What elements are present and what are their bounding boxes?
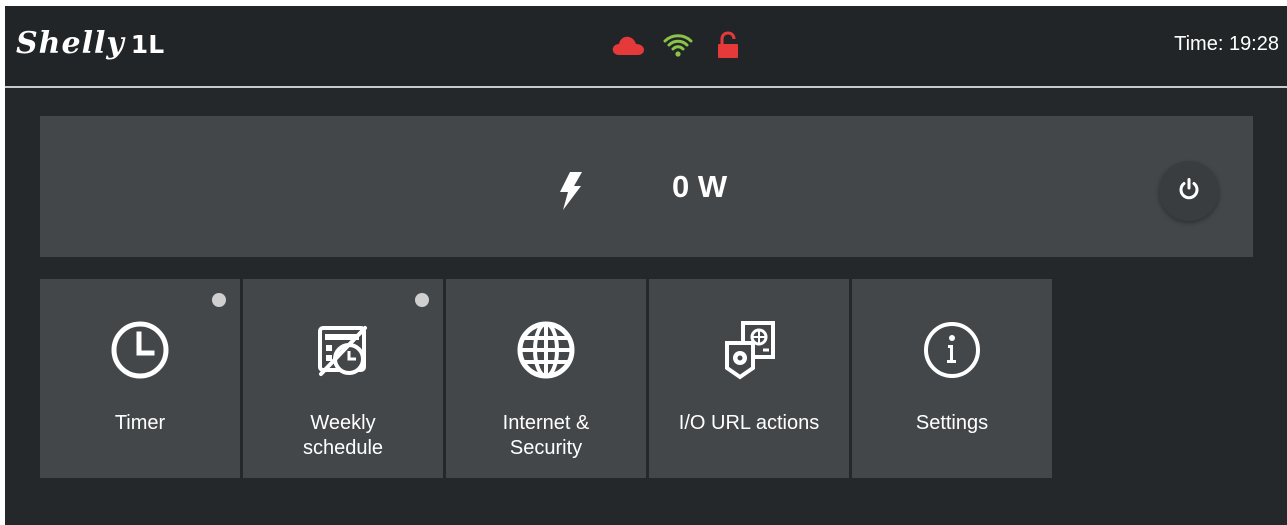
power-toggle-button[interactable] [1159, 161, 1219, 221]
lightning-bolt-icon [558, 171, 584, 211]
top-bar: Shelly 1L Time: 19:28 [5, 6, 1287, 86]
power-icon [1177, 177, 1201, 206]
status-icons [611, 28, 745, 62]
tile-label: Weekly schedule [302, 412, 384, 459]
wifi-icon[interactable] [661, 28, 695, 62]
calendar-disabled-icon [313, 320, 373, 380]
tile-label: Internet & Security [502, 412, 590, 459]
clock-icon [110, 320, 170, 380]
status-indicator-dot [212, 293, 226, 307]
tile-label: Timer [114, 412, 166, 434]
status-indicator-dot [415, 293, 429, 307]
tile-label: Settings [915, 412, 989, 434]
clock-time: Time: 19:28 [1174, 33, 1279, 55]
url-actions-icon [719, 320, 779, 380]
tile-io-url-actions[interactable]: I/O URL actions [649, 279, 849, 478]
header-divider [5, 86, 1287, 88]
power-panel: 0 W [40, 116, 1253, 257]
page-frame: Shelly 1L Time: 19:28 0 W Timer Weekly s… [0, 0, 1287, 525]
tile-internet-security[interactable]: Internet & Security [446, 279, 646, 478]
unlocked-icon[interactable] [711, 28, 745, 62]
power-reading: 0 W [672, 169, 728, 204]
shelly-logo: Shelly 1L [16, 22, 164, 66]
globe-icon [516, 320, 576, 380]
info-icon [922, 320, 982, 380]
tile-weekly-schedule[interactable]: Weekly schedule [243, 279, 443, 478]
tile-label: I/O URL actions [678, 412, 820, 434]
cloud-icon[interactable] [611, 28, 645, 62]
tile-settings[interactable]: Settings [852, 279, 1052, 478]
logo-model-text: 1L [130, 30, 165, 59]
tile-timer[interactable]: Timer [40, 279, 240, 478]
app-window: Shelly 1L Time: 19:28 0 W Timer Weekly s… [5, 6, 1287, 525]
logo-brand-text: Shelly [16, 26, 125, 61]
